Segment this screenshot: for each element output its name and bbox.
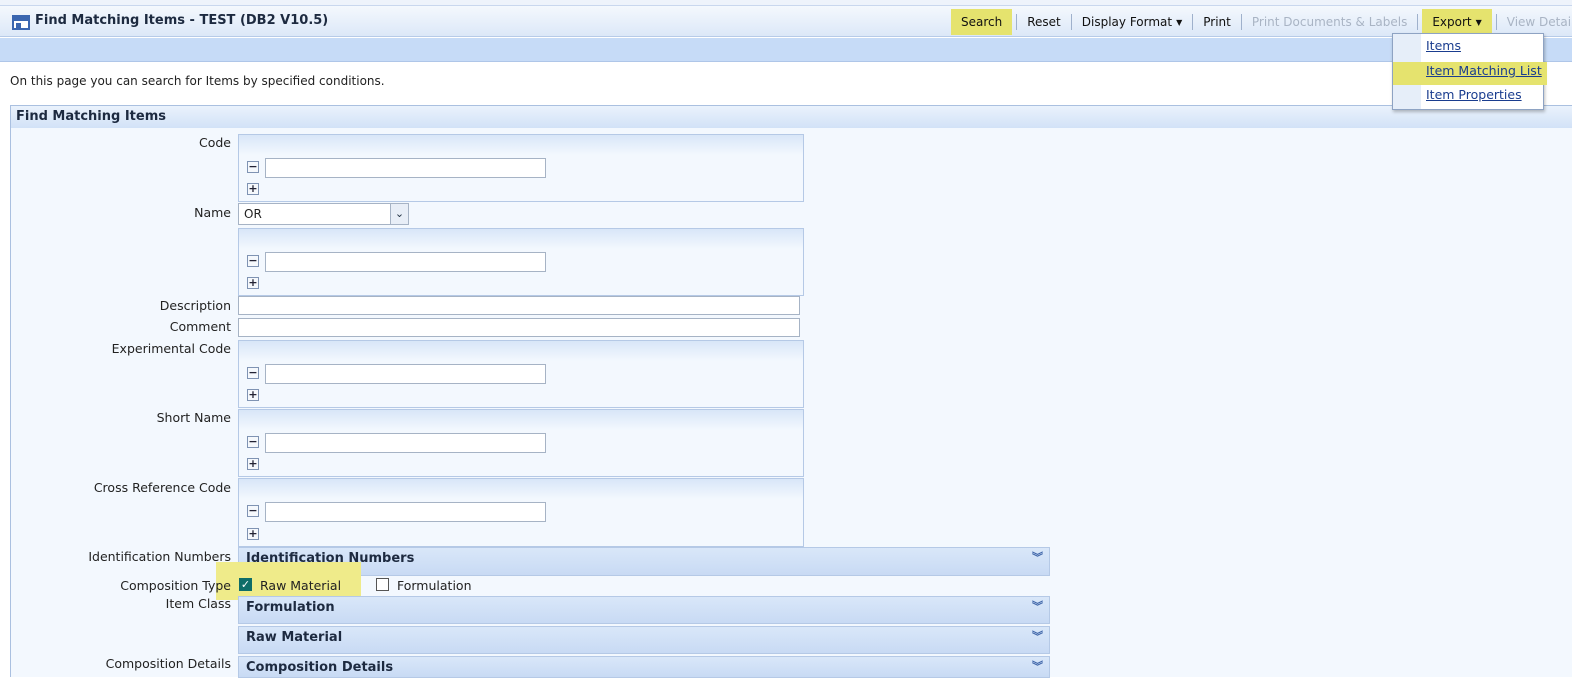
- composition-type-label: Composition Type: [120, 578, 231, 593]
- display-format-button[interactable]: Display Format ▼: [1072, 9, 1193, 35]
- print-button[interactable]: Print: [1193, 9, 1241, 35]
- expand-icon[interactable]: ︾: [1032, 631, 1043, 642]
- remove-row-icon[interactable]: −: [247, 161, 259, 173]
- remove-row-icon[interactable]: −: [247, 436, 259, 448]
- name-operator-select[interactable]: OR ⌄: [238, 203, 409, 225]
- code-label: Code: [198, 135, 231, 150]
- identification-numbers-label: Identification Numbers: [88, 549, 231, 564]
- comment-label: Comment: [169, 319, 231, 334]
- export-menu-item-item-matching-list[interactable]: Item Matching List: [1426, 63, 1542, 78]
- export-dropdown-menu: Items Item Matching List Item Properties: [1392, 33, 1547, 110]
- remove-row-icon[interactable]: −: [247, 367, 259, 379]
- short-name-multi-field: − +: [238, 409, 804, 477]
- caret-down-icon: ▼: [1475, 17, 1482, 27]
- add-row-icon[interactable]: +: [247, 458, 259, 470]
- name-label: Name: [194, 205, 231, 220]
- view-details-button[interactable]: View Details: [1497, 9, 1572, 35]
- composition-details-section[interactable]: Composition Details ︾: [238, 656, 1050, 678]
- description-label: Description: [159, 298, 231, 313]
- cross-reference-code-multi-field: − +: [238, 478, 804, 547]
- panel-title: Find Matching Items: [11, 106, 1572, 128]
- caret-down-icon: ▼: [1176, 17, 1183, 27]
- formulation-checkbox-label: Formulation: [397, 578, 472, 593]
- cross-reference-code-input[interactable]: [265, 502, 546, 522]
- add-row-icon[interactable]: +: [247, 183, 259, 195]
- raw-material-section[interactable]: Raw Material ︾: [238, 626, 1050, 654]
- short-name-input[interactable]: [265, 433, 546, 453]
- description-input[interactable]: [238, 296, 800, 315]
- export-menu-item-items[interactable]: Items: [1426, 38, 1461, 53]
- raw-material-checkbox[interactable]: ✓: [239, 578, 252, 591]
- raw-material-checkbox-label: Raw Material: [260, 578, 342, 593]
- export-label: Export: [1432, 14, 1472, 29]
- expand-icon[interactable]: ︾: [1032, 552, 1043, 563]
- remove-row-icon[interactable]: −: [247, 505, 259, 517]
- composition-details-label: Composition Details: [105, 656, 231, 671]
- window-icon: [12, 15, 30, 30]
- name-multi-field: − +: [238, 228, 804, 296]
- export-menu-item-item-properties[interactable]: Item Properties: [1426, 87, 1522, 102]
- chevron-down-icon: ⌄: [390, 204, 408, 224]
- remove-row-icon[interactable]: −: [247, 255, 259, 267]
- intro-text: On this page you can search for Items by…: [10, 74, 385, 88]
- name-input[interactable]: [265, 252, 546, 272]
- formulation-section[interactable]: Formulation ︾: [238, 596, 1050, 624]
- code-input[interactable]: [265, 158, 546, 178]
- expand-icon[interactable]: ︾: [1032, 661, 1043, 672]
- cross-reference-code-label: Cross Reference Code: [93, 480, 231, 495]
- add-row-icon[interactable]: +: [247, 528, 259, 540]
- expand-icon[interactable]: ︾: [1032, 601, 1043, 612]
- find-matching-items-panel: Find Matching Items Code − + Name OR ⌄ −…: [10, 105, 1572, 678]
- search-button[interactable]: Search: [951, 8, 1013, 35]
- formulation-section-title: Formulation: [246, 600, 335, 615]
- display-format-label: Display Format: [1081, 14, 1173, 29]
- experimental-code-input[interactable]: [265, 364, 546, 384]
- export-button[interactable]: Export ▼: [1422, 8, 1492, 35]
- name-operator-value: OR: [244, 207, 262, 221]
- code-multi-field: − +: [238, 134, 804, 202]
- add-row-icon[interactable]: +: [247, 389, 259, 401]
- reset-button[interactable]: Reset: [1017, 9, 1071, 35]
- print-documents-labels-button[interactable]: Print Documents & Labels: [1242, 9, 1417, 35]
- formulation-checkbox[interactable]: [376, 578, 389, 591]
- item-class-label: Item Class: [165, 596, 231, 611]
- page-title: Find Matching Items - TEST (DB2 V10.5): [35, 13, 329, 28]
- composition-details-section-title: Composition Details: [246, 660, 394, 675]
- toolbar-separator: [1417, 13, 1419, 30]
- experimental-code-multi-field: − +: [238, 340, 804, 408]
- sub-header-bar: [0, 38, 1572, 62]
- short-name-label: Short Name: [156, 410, 231, 425]
- raw-material-section-title: Raw Material: [246, 630, 343, 645]
- add-row-icon[interactable]: +: [247, 277, 259, 289]
- comment-input[interactable]: [238, 318, 800, 337]
- experimental-code-label: Experimental Code: [111, 341, 231, 356]
